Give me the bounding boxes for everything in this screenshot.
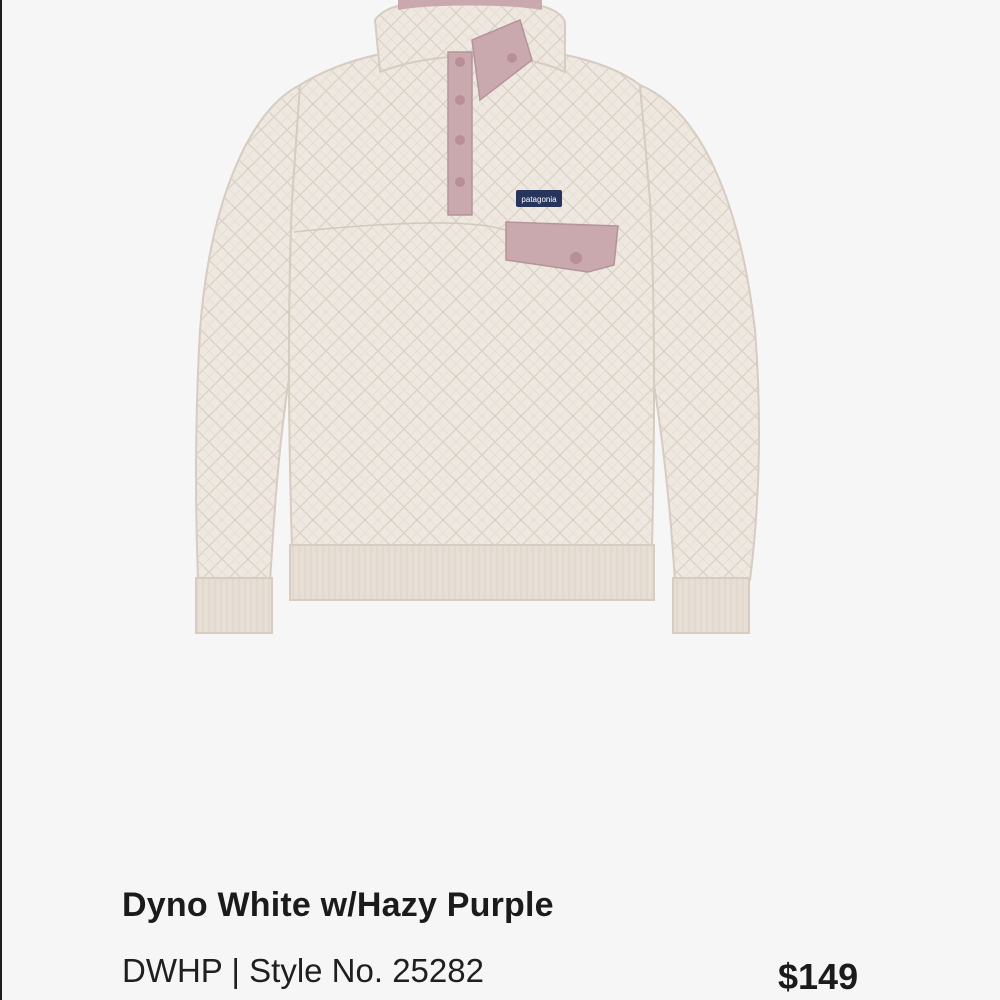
left-cuff — [195, 577, 273, 634]
color-name: Dyno White w/Hazy Purple — [122, 886, 554, 924]
brand-logo-patch: patagonia — [516, 190, 562, 207]
snap-placket — [447, 51, 473, 216]
product-page: patagonia Dyno White w/Hazy Purple DWHP … — [0, 0, 1000, 1000]
waist-band — [289, 544, 655, 601]
screen-edge-divider — [0, 0, 2, 1000]
product-image[interactable]: patagonia — [170, 0, 790, 650]
price: $149 — [778, 956, 859, 997]
svg-text:patagonia: patagonia — [521, 195, 557, 204]
right-cuff — [672, 577, 750, 634]
style-code: DWHP | Style No. 25282 — [122, 952, 484, 989]
